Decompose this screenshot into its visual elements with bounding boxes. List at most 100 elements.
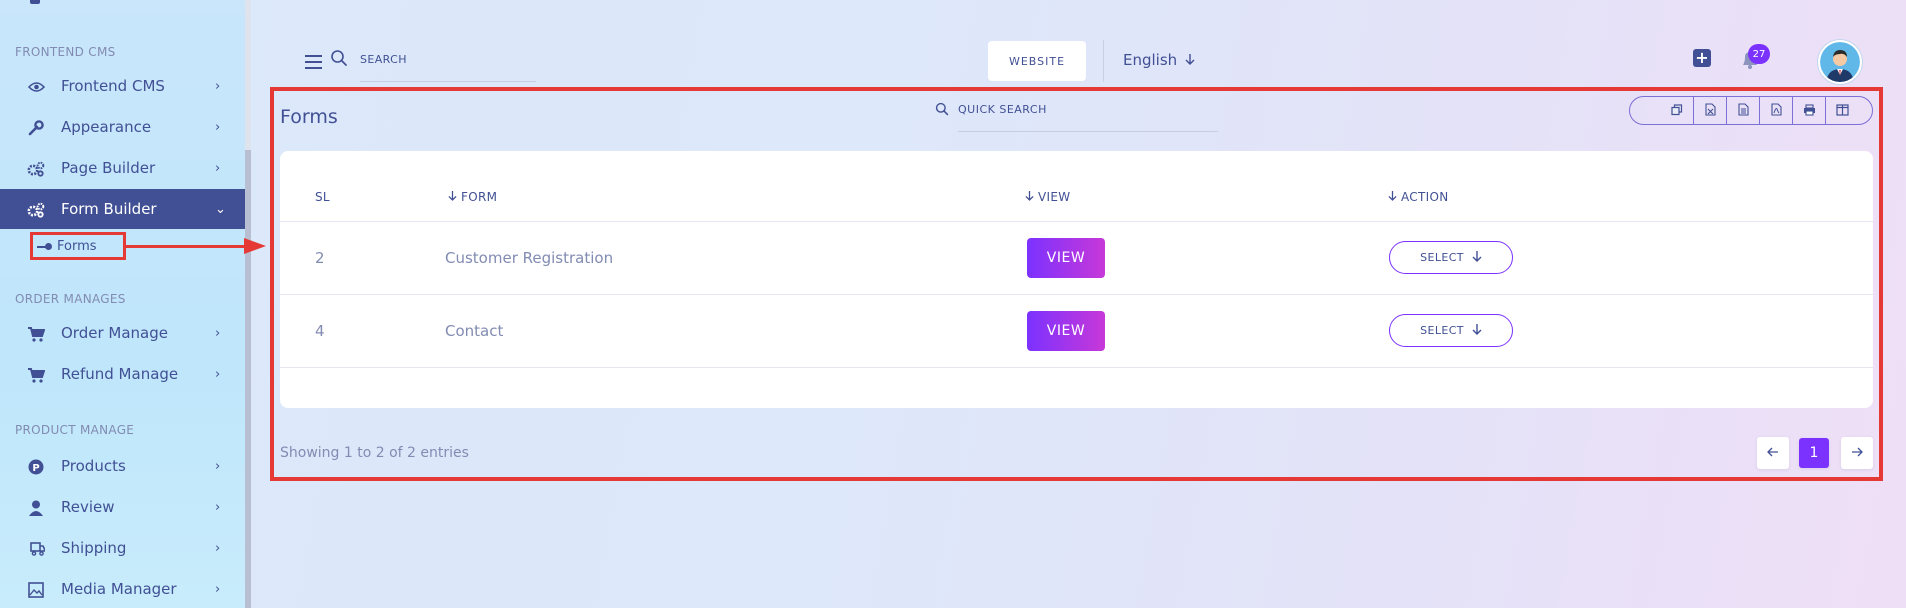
print-icon [1803,101,1816,120]
notification-count-badge: 27 [1748,44,1770,64]
sidebar-item-review[interactable]: Review › [0,487,245,527]
arrow-left-icon [1767,445,1779,461]
chevron-right-icon: › [215,78,221,94]
scrollbar-thumb[interactable] [245,150,251,608]
sidebar-item-label: Products [61,457,126,475]
cart-icon [27,325,45,343]
pdf-icon [1770,101,1782,120]
excel-icon [1704,101,1716,120]
view-button[interactable]: VIEW [1027,311,1105,351]
annotation-arrow-head [244,238,266,254]
sidebar-item-frontend-cms[interactable]: Frontend CMS › [0,66,245,106]
sidebar-item-label: Refund Manage [61,365,179,383]
next-page-button[interactable] [1841,437,1873,469]
columns-button[interactable] [1825,97,1858,124]
arrow-right-icon [1851,445,1863,461]
sidebar-item-label: Form Builder [61,200,157,218]
user-icon [27,499,45,517]
table-row-divider [280,294,1873,295]
csv-button[interactable] [1726,97,1759,124]
arrow-down-icon [1185,51,1195,69]
cart-icon [27,366,45,384]
section-title-product-manage: PRODUCT MANAGE [15,423,135,437]
sidebar-item-label: Shipping [61,539,127,557]
sidebar-item-appearance[interactable]: Appearance › [0,107,245,147]
arrow-down-icon [1472,323,1482,338]
sidebar-item-media-manager[interactable]: Media Manager › [0,569,245,608]
select-action-button[interactable]: SELECT [1389,241,1513,274]
arrow-down-icon [1472,250,1482,265]
column-header-label: FORM [461,190,498,204]
sort-arrow-down-icon [1388,190,1397,204]
avatar[interactable] [1818,40,1862,84]
sidebar-subitem-label: Forms [57,238,97,254]
sidebar-item-form-builder[interactable]: Form Builder ⌄ [0,189,245,229]
sidebar-item-label: Frontend CMS [61,77,165,95]
search-icon [330,49,348,71]
pdf-button[interactable] [1759,97,1792,124]
sidebar-item-refund-manage[interactable]: Refund Manage › [0,354,245,394]
gears-icon [27,201,45,219]
export-button-group [1629,96,1873,125]
image-icon [27,581,45,599]
section-title-order-manages: ORDER MANAGES [15,292,126,306]
website-button[interactable]: WEBSITE [988,41,1086,81]
truck-icon [27,540,45,558]
table-header-divider [280,221,1873,222]
chevron-right-icon: › [215,325,221,341]
column-header-label: VIEW [1038,190,1071,204]
subitem-dot [45,243,52,250]
column-header-action[interactable]: ACTION [1388,190,1448,204]
columns-icon [1835,101,1849,120]
chevron-right-icon: › [215,458,221,474]
language-label: English [1123,51,1178,69]
copy-icon [1670,101,1683,120]
excel-button[interactable] [1693,97,1726,124]
entries-info: Showing 1 to 2 of 2 entries [280,445,469,461]
chevron-right-icon: › [215,160,221,176]
language-selector[interactable]: English [1123,51,1195,69]
csv-icon [1737,101,1749,120]
svg-text:P: P [32,463,39,474]
chevron-right-icon: › [215,119,221,135]
page-title: Forms [280,106,338,128]
sidebar-item-products[interactable]: P Products › [0,446,245,486]
column-header-view[interactable]: VIEW [1025,190,1070,204]
add-new-icon[interactable]: + [1693,49,1711,67]
table-cell-sl: 2 [315,249,325,267]
quick-search-input[interactable] [958,100,1218,132]
select-label: SELECT [1420,251,1464,264]
view-button[interactable]: VIEW [1027,238,1105,278]
sidebar-item-label: Order Manage [61,324,168,342]
gears-icon [27,160,45,178]
column-header-form[interactable]: FORM [448,190,497,204]
product-p-icon: P [27,458,45,476]
annotation-arrow-line [126,245,246,248]
chevron-right-icon: › [215,540,221,556]
sidebar-item-shipping[interactable]: Shipping › [0,528,245,568]
search-icon [935,101,949,120]
sidebar-scrollbar[interactable] [245,0,251,608]
select-action-button[interactable]: SELECT [1389,314,1513,347]
sidebar-subitem-forms[interactable]: Forms [30,232,126,260]
column-header-sl[interactable]: SL [315,190,330,204]
table-cell-sl: 4 [315,322,325,340]
chevron-right-icon: › [215,366,221,382]
sidebar-item-label: Appearance [61,118,152,136]
copy-button[interactable] [1660,97,1693,124]
sort-arrow-down-icon [1025,190,1034,204]
collapsed-item-stub [30,0,40,4]
chevron-right-icon: › [215,581,221,597]
search-input[interactable] [360,50,536,82]
sidebar-item-label: Review [61,498,115,516]
print-button[interactable] [1792,97,1825,124]
sidebar-item-page-builder[interactable]: Page Builder › [0,148,245,188]
previous-page-button[interactable] [1757,437,1789,469]
sort-arrow-down-icon [448,190,457,204]
table-cell-form: Customer Registration [445,249,614,267]
hamburger-menu-icon[interactable] [305,55,322,69]
column-header-label: SL [315,190,330,204]
sidebar-item-order-manage[interactable]: Order Manage › [0,313,245,353]
eye-icon [27,78,45,96]
page-number-button[interactable]: 1 [1799,438,1829,468]
